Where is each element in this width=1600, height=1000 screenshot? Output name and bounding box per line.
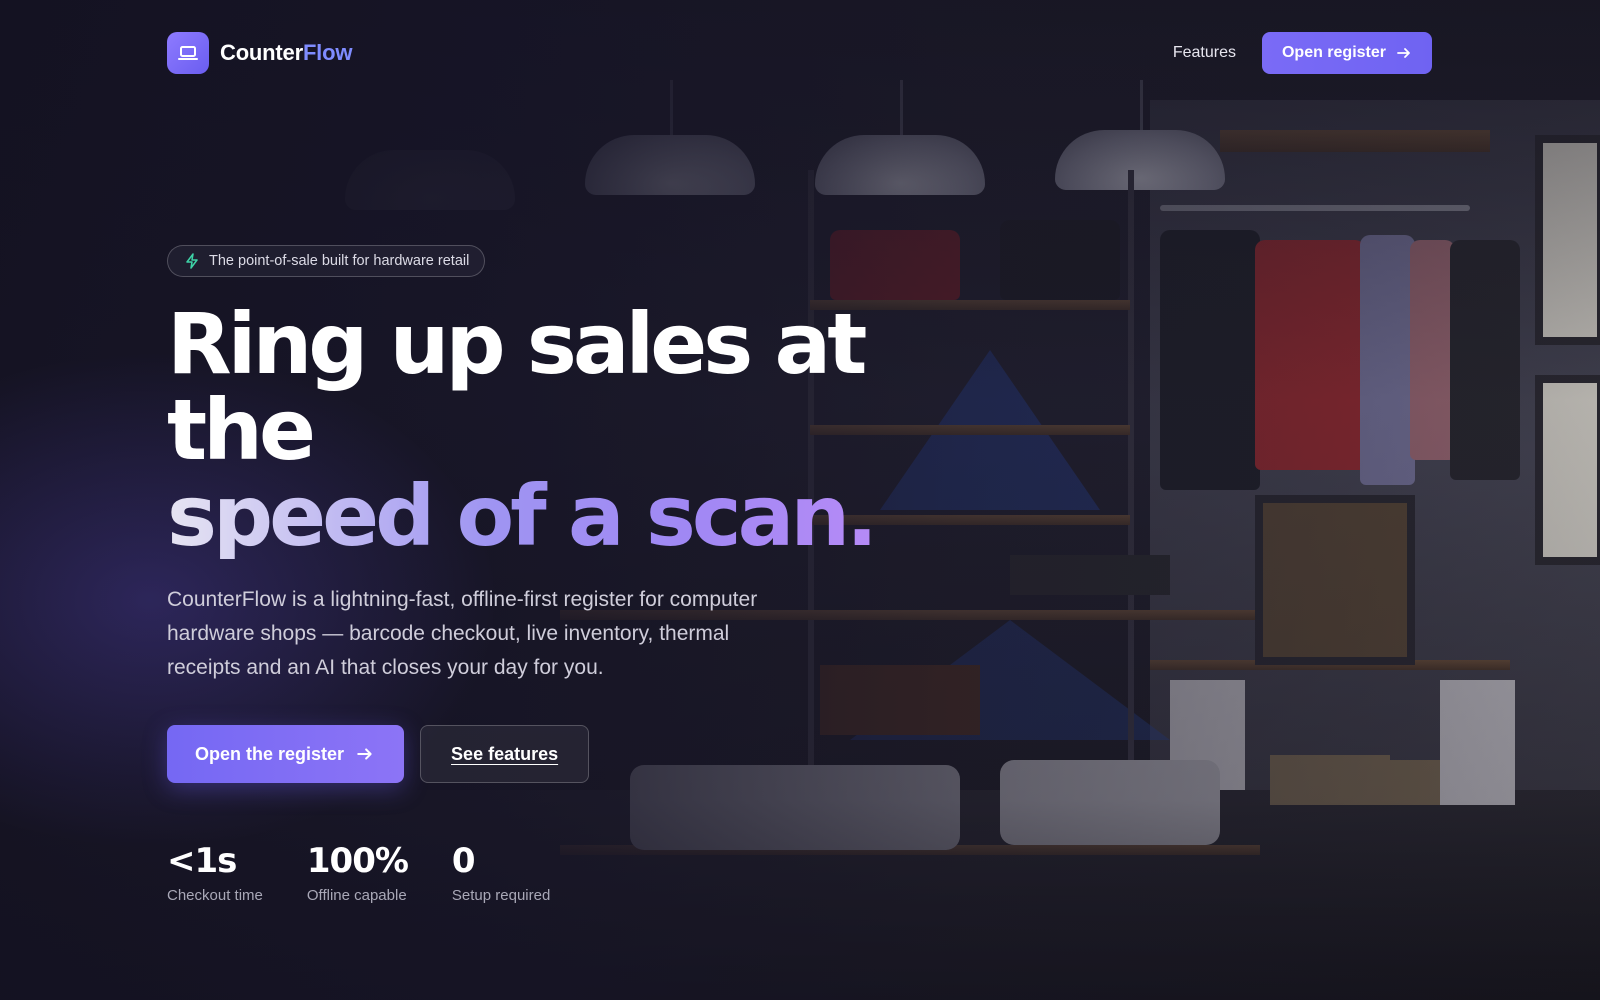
tagline-text: The point-of-sale built for hardware ret… [209, 253, 470, 269]
stat-item: <1s Checkout time [167, 843, 263, 904]
hero-section: The point-of-sale built for hardware ret… [167, 245, 967, 904]
stat-value: 100% [306, 841, 409, 881]
stat-item: 0 Setup required [452, 843, 550, 904]
headline-line1: Ring up sales at the [167, 295, 867, 479]
brand-name: CounterFlow [220, 40, 352, 66]
arrow-right-icon [1397, 48, 1410, 58]
stat-value: 0 [451, 841, 476, 881]
stats-row: <1s Checkout time 100% Offline capable 0… [167, 843, 967, 904]
stat-label: Checkout time [167, 887, 263, 904]
tagline-pill: The point-of-sale built for hardware ret… [167, 245, 486, 277]
stat-value: <1s [167, 841, 237, 881]
brand-name-part1: Counter [220, 40, 303, 65]
stat-item: 100% Offline capable [306, 841, 409, 904]
open-register-label: Open register [1281, 44, 1386, 61]
hero-headline: Ring up sales at the speed of a scan. [167, 301, 967, 559]
brand-logo-link[interactable]: CounterFlow [167, 32, 352, 74]
open-the-register-button[interactable]: Open the register [167, 725, 405, 783]
nav-link-features[interactable]: Features [1173, 44, 1236, 62]
brand-name-part2: Flow [302, 40, 353, 65]
open-register-button[interactable]: Open register [1261, 32, 1432, 74]
stat-label: Setup required [451, 887, 551, 904]
top-navigation: CounterFlow Features Open register [167, 32, 1432, 74]
open-the-register-label: Open the register [195, 743, 345, 764]
see-features-button[interactable]: See features [420, 725, 590, 783]
stat-label: Offline capable [306, 887, 407, 904]
arrow-right-icon [357, 748, 372, 760]
laptop-icon [167, 32, 209, 74]
headline-line2: speed of a scan. [167, 473, 967, 559]
hero-cta-group: Open the register See features [167, 725, 967, 783]
hero-description: CounterFlow is a lightning-fast, offline… [167, 588, 758, 679]
lightning-icon [186, 253, 198, 269]
